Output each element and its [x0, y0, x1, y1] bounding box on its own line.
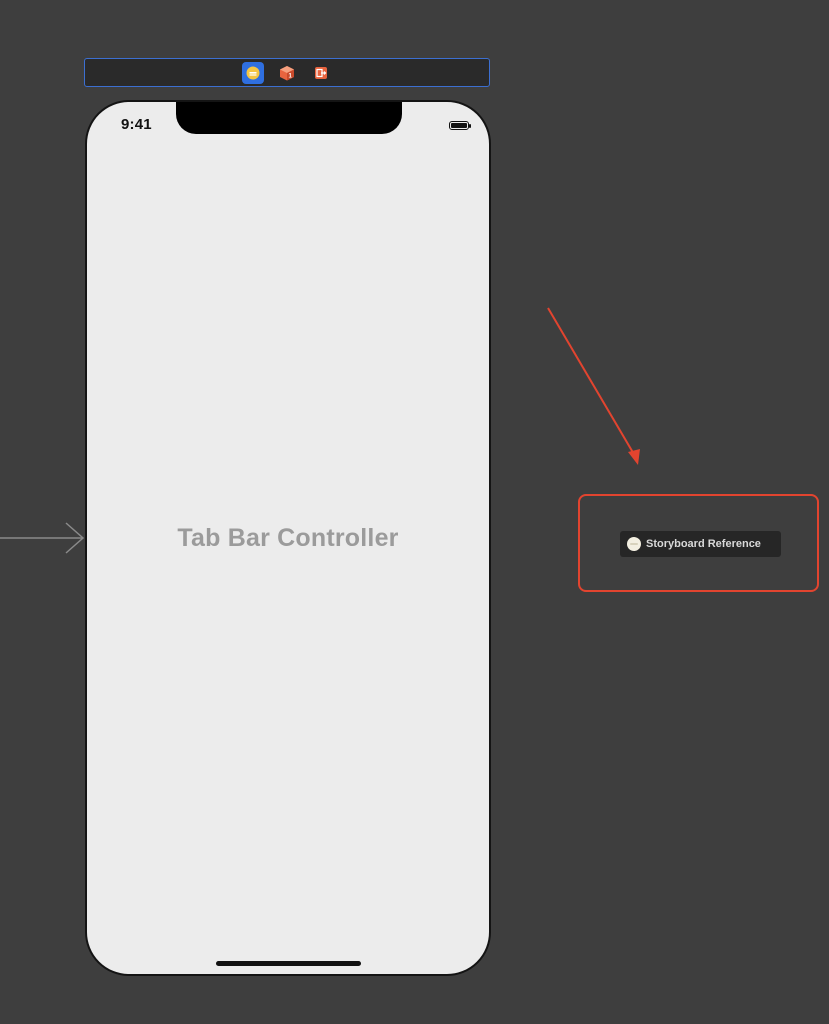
storyboard-reference-icon — [627, 537, 641, 551]
scene-title: Tab Bar Controller — [177, 524, 399, 552]
device-notch — [176, 102, 402, 134]
annotation-arrow — [547, 307, 640, 465]
battery-icon — [449, 121, 471, 130]
view-controller-icon — [246, 66, 260, 80]
first-responder-icon: 1 — [279, 65, 295, 81]
status-bar-time: 9:41 — [121, 116, 152, 133]
scene-dock: 1 — [84, 58, 490, 87]
tab-bar-controller-scene[interactable]: 9:41 Tab Bar Controller — [85, 100, 491, 976]
dock-view-controller-button[interactable] — [242, 61, 264, 84]
dock-first-responder-button[interactable]: 1 — [276, 62, 298, 84]
storyboard-canvas[interactable]: 1 9:41 Tab Bar Controller Storyboard Ref… — [0, 0, 829, 1024]
home-indicator — [216, 961, 361, 966]
storyboard-reference[interactable]: Storyboard Reference — [620, 531, 781, 557]
initial-entry-arrow[interactable] — [0, 520, 90, 556]
exit-icon — [314, 66, 328, 80]
storyboard-reference-label: Storyboard Reference — [646, 538, 761, 550]
dock-exit-button[interactable] — [310, 62, 332, 84]
